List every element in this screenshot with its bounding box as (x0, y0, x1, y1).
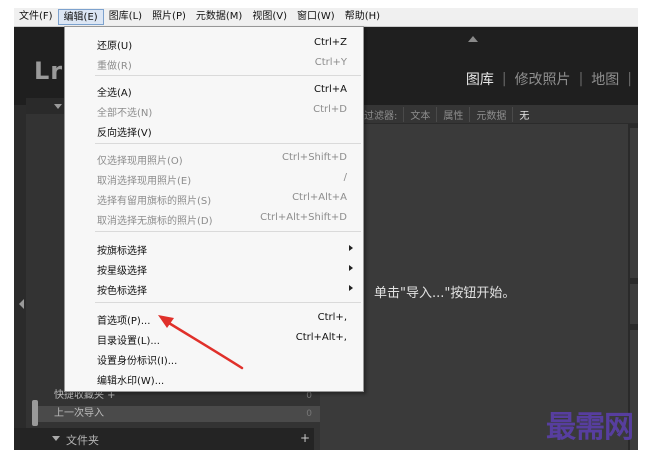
menu-metadata[interactable]: 元数据(M) (191, 9, 247, 25)
menu-separator (95, 231, 361, 232)
menu-library[interactable]: 图库(L) (104, 9, 147, 25)
menu-item-select-by-rating[interactable]: 按星级选择 (65, 258, 363, 278)
panel-expand-icon[interactable] (54, 104, 62, 109)
menu-item-label: 按旗标选择 (97, 246, 147, 257)
folders-label: 文件夹 (66, 434, 99, 447)
module-library[interactable]: 图库 (460, 69, 500, 89)
menu-item-shortcut: Ctrl+, (317, 312, 347, 323)
collapse-left-panel-icon[interactable] (19, 299, 24, 309)
menu-item-shortcut: / (343, 172, 347, 183)
menu-item-label: 全部不选(N) (97, 108, 153, 119)
menu-edit[interactable]: 编辑(E) (57, 9, 104, 25)
menu-item-label: 取消选择无旗标的照片(D) (97, 216, 213, 227)
catalog-row-label: 上一次导入 (54, 408, 104, 419)
menu-item-select-by-color[interactable]: 按色标选择 (65, 278, 363, 298)
menu-item-shortcut: Ctrl+Shift+D (282, 152, 347, 163)
filter-label: 过滤器: (364, 110, 398, 122)
menu-item-select-by-flag[interactable]: 按旗标选择 (65, 238, 363, 258)
menu-help[interactable]: 帮助(H) (340, 9, 385, 25)
menu-item-shortcut: Ctrl+Alt+Shift+D (260, 212, 347, 223)
filter-none[interactable]: 无 (512, 106, 535, 122)
menu-item-shortcut: Ctrl+D (313, 104, 347, 115)
menu-item-shortcut: Ctrl+Z (313, 37, 347, 48)
menu-item-label: 反向选择(V) (97, 128, 152, 139)
menu-item-select-flagged[interactable]: 选择有留用旗标的照片(S) Ctrl+Alt+A (65, 188, 363, 208)
menu-view[interactable]: 视图(V) (247, 9, 292, 25)
folders-panel-header[interactable]: 文件夹 + (14, 428, 314, 450)
menu-item-deselect-unflagged[interactable]: 取消选择无旗标的照片(D) Ctrl+Alt+Shift+D (65, 208, 363, 228)
collapse-top-panel-icon[interactable] (468, 36, 478, 42)
menu-separator (95, 143, 361, 144)
submenu-arrow-icon (349, 245, 353, 251)
menu-item-shortcut: Ctrl+A (313, 84, 347, 95)
left-panel-scrollbar[interactable] (32, 400, 38, 426)
right-panel-section[interactable] (630, 284, 638, 324)
menu-item-select-none[interactable]: 全部不选(N) Ctrl+D (65, 100, 363, 120)
menu-item-undo[interactable]: 还原(U) Ctrl+Z (65, 33, 363, 53)
menu-file[interactable]: 文件(F) (14, 9, 58, 25)
catalog-row-count: 0 (306, 409, 312, 419)
menu-item-label: 重做(R) (97, 61, 132, 72)
module-separator: | (578, 71, 584, 87)
module-map[interactable]: 地图 (585, 69, 625, 89)
submenu-arrow-icon (349, 285, 353, 291)
menu-item-invert-selection[interactable]: 反向选择(V) (65, 120, 363, 140)
lightroom-logo: Lr (34, 57, 64, 85)
right-panel-section[interactable] (630, 128, 638, 278)
menu-item-select-active-only[interactable]: 仅选择现用照片(O) Ctrl+Shift+D (65, 148, 363, 168)
filter-metadata[interactable]: 元数据 (469, 106, 512, 122)
menu-item-label: 取消选择现用照片(E) (97, 176, 192, 187)
menu-separator (95, 75, 361, 76)
menu-item-select-all[interactable]: 全选(A) Ctrl+A (65, 80, 363, 100)
module-separator: | (627, 71, 632, 87)
empty-catalog-message: 单击"导入..."按钮开始。 (374, 286, 516, 301)
filter-text[interactable]: 文本 (403, 106, 436, 122)
menu-item-label: 仅选择现用照片(O) (97, 156, 183, 167)
add-folder-icon[interactable]: + (300, 431, 310, 445)
module-picker: 图库 | 修改照片 | 地图 | (460, 69, 634, 89)
folders-expand-icon[interactable] (52, 436, 60, 441)
menu-item-shortcut: Ctrl+Alt+A (292, 192, 347, 203)
menu-item-shortcut: Ctrl+Y (314, 57, 347, 68)
annotation-arrow-icon (158, 315, 244, 370)
menu-item-label: 首选项(P)... (97, 316, 151, 327)
filter-attribute[interactable]: 属性 (436, 106, 469, 122)
menu-item-redo[interactable]: 重做(R) Ctrl+Y (65, 53, 363, 73)
module-develop[interactable]: 修改照片 (509, 69, 577, 89)
menu-item-label: 还原(U) (97, 41, 133, 52)
module-separator: | (501, 71, 507, 87)
menu-item-deselect-active[interactable]: 取消选择现用照片(E) / (65, 168, 363, 188)
menu-window[interactable]: 窗口(W) (292, 9, 340, 25)
catalog-row-previous-import[interactable]: 上一次导入 0 (34, 406, 324, 422)
menu-bar: 文件(F) 编辑(E) 图库(L) 照片(P) 元数据(M) 视图(V) 窗口(… (14, 8, 638, 27)
menu-photo[interactable]: 照片(P) (147, 9, 191, 25)
menu-item-label: 选择有留用旗标的照片(S) (97, 196, 212, 207)
menu-separator (95, 302, 361, 303)
site-watermark: 最需网 (546, 410, 634, 445)
menu-item-label: 全选(A) (97, 88, 132, 99)
library-filter-bar: 过滤器: 文本 属性 元数据 无 (364, 105, 638, 123)
menu-item-label: 按星级选择 (97, 266, 147, 277)
submenu-arrow-icon (349, 265, 353, 271)
menu-item-label: 按色标选择 (97, 286, 147, 297)
menu-item-shortcut: Ctrl+Alt+, (295, 332, 347, 343)
